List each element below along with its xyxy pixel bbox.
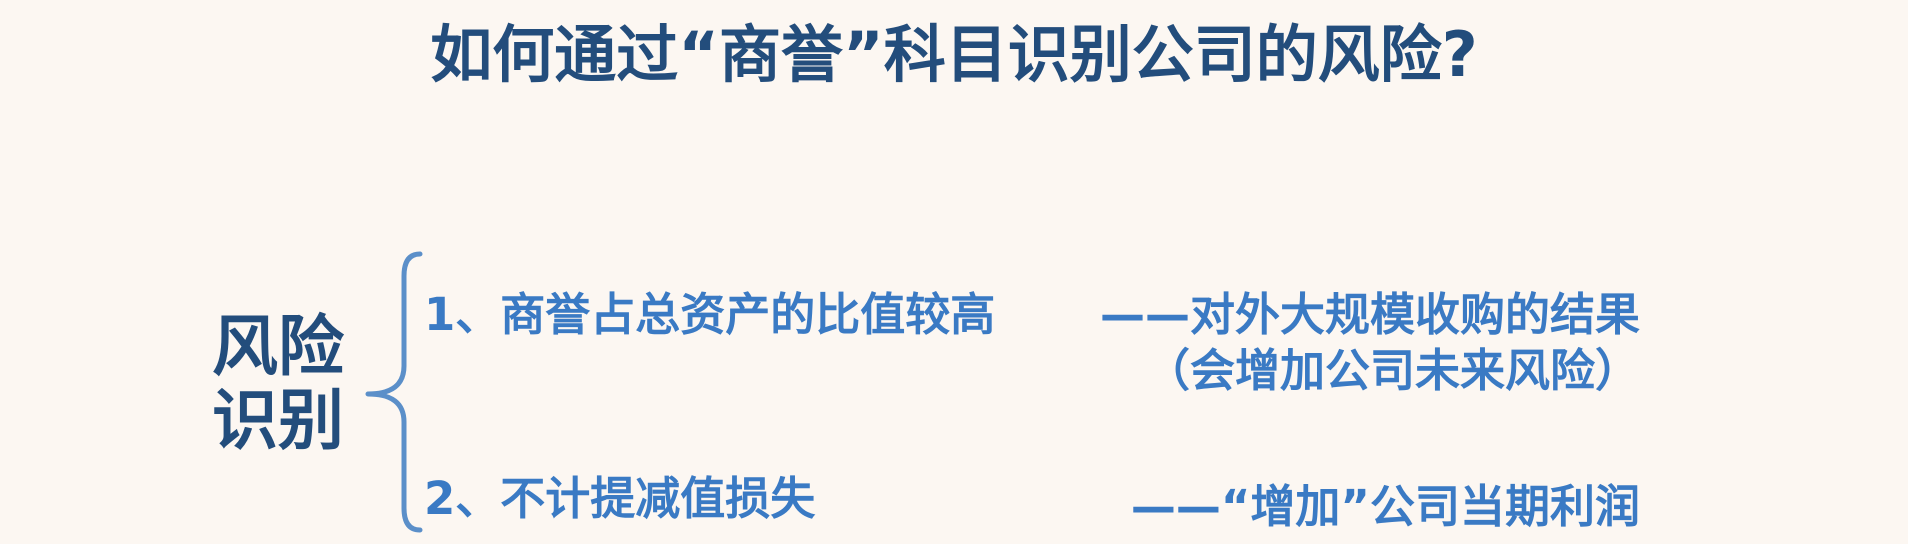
root-node-line-2: 识别 [212,382,344,459]
curly-brace-connector [365,251,423,533]
branch-item-2-note: ——“增加”公司当期利润 [1130,480,1640,533]
branch-item-2: 2、不计提减值损失 [424,472,816,525]
brace-path [365,251,423,533]
root-node: 风险 识别 [212,308,344,459]
branch-item-1-note-detail: （会增加公司未来风险） [1144,344,1640,397]
page-title: 如何通过“商誉”科目识别公司的风险? [430,18,1478,91]
branch-item-1: 1、商誉占总资产的比值较高 [424,288,996,341]
root-node-line-1: 风险 [212,308,344,385]
